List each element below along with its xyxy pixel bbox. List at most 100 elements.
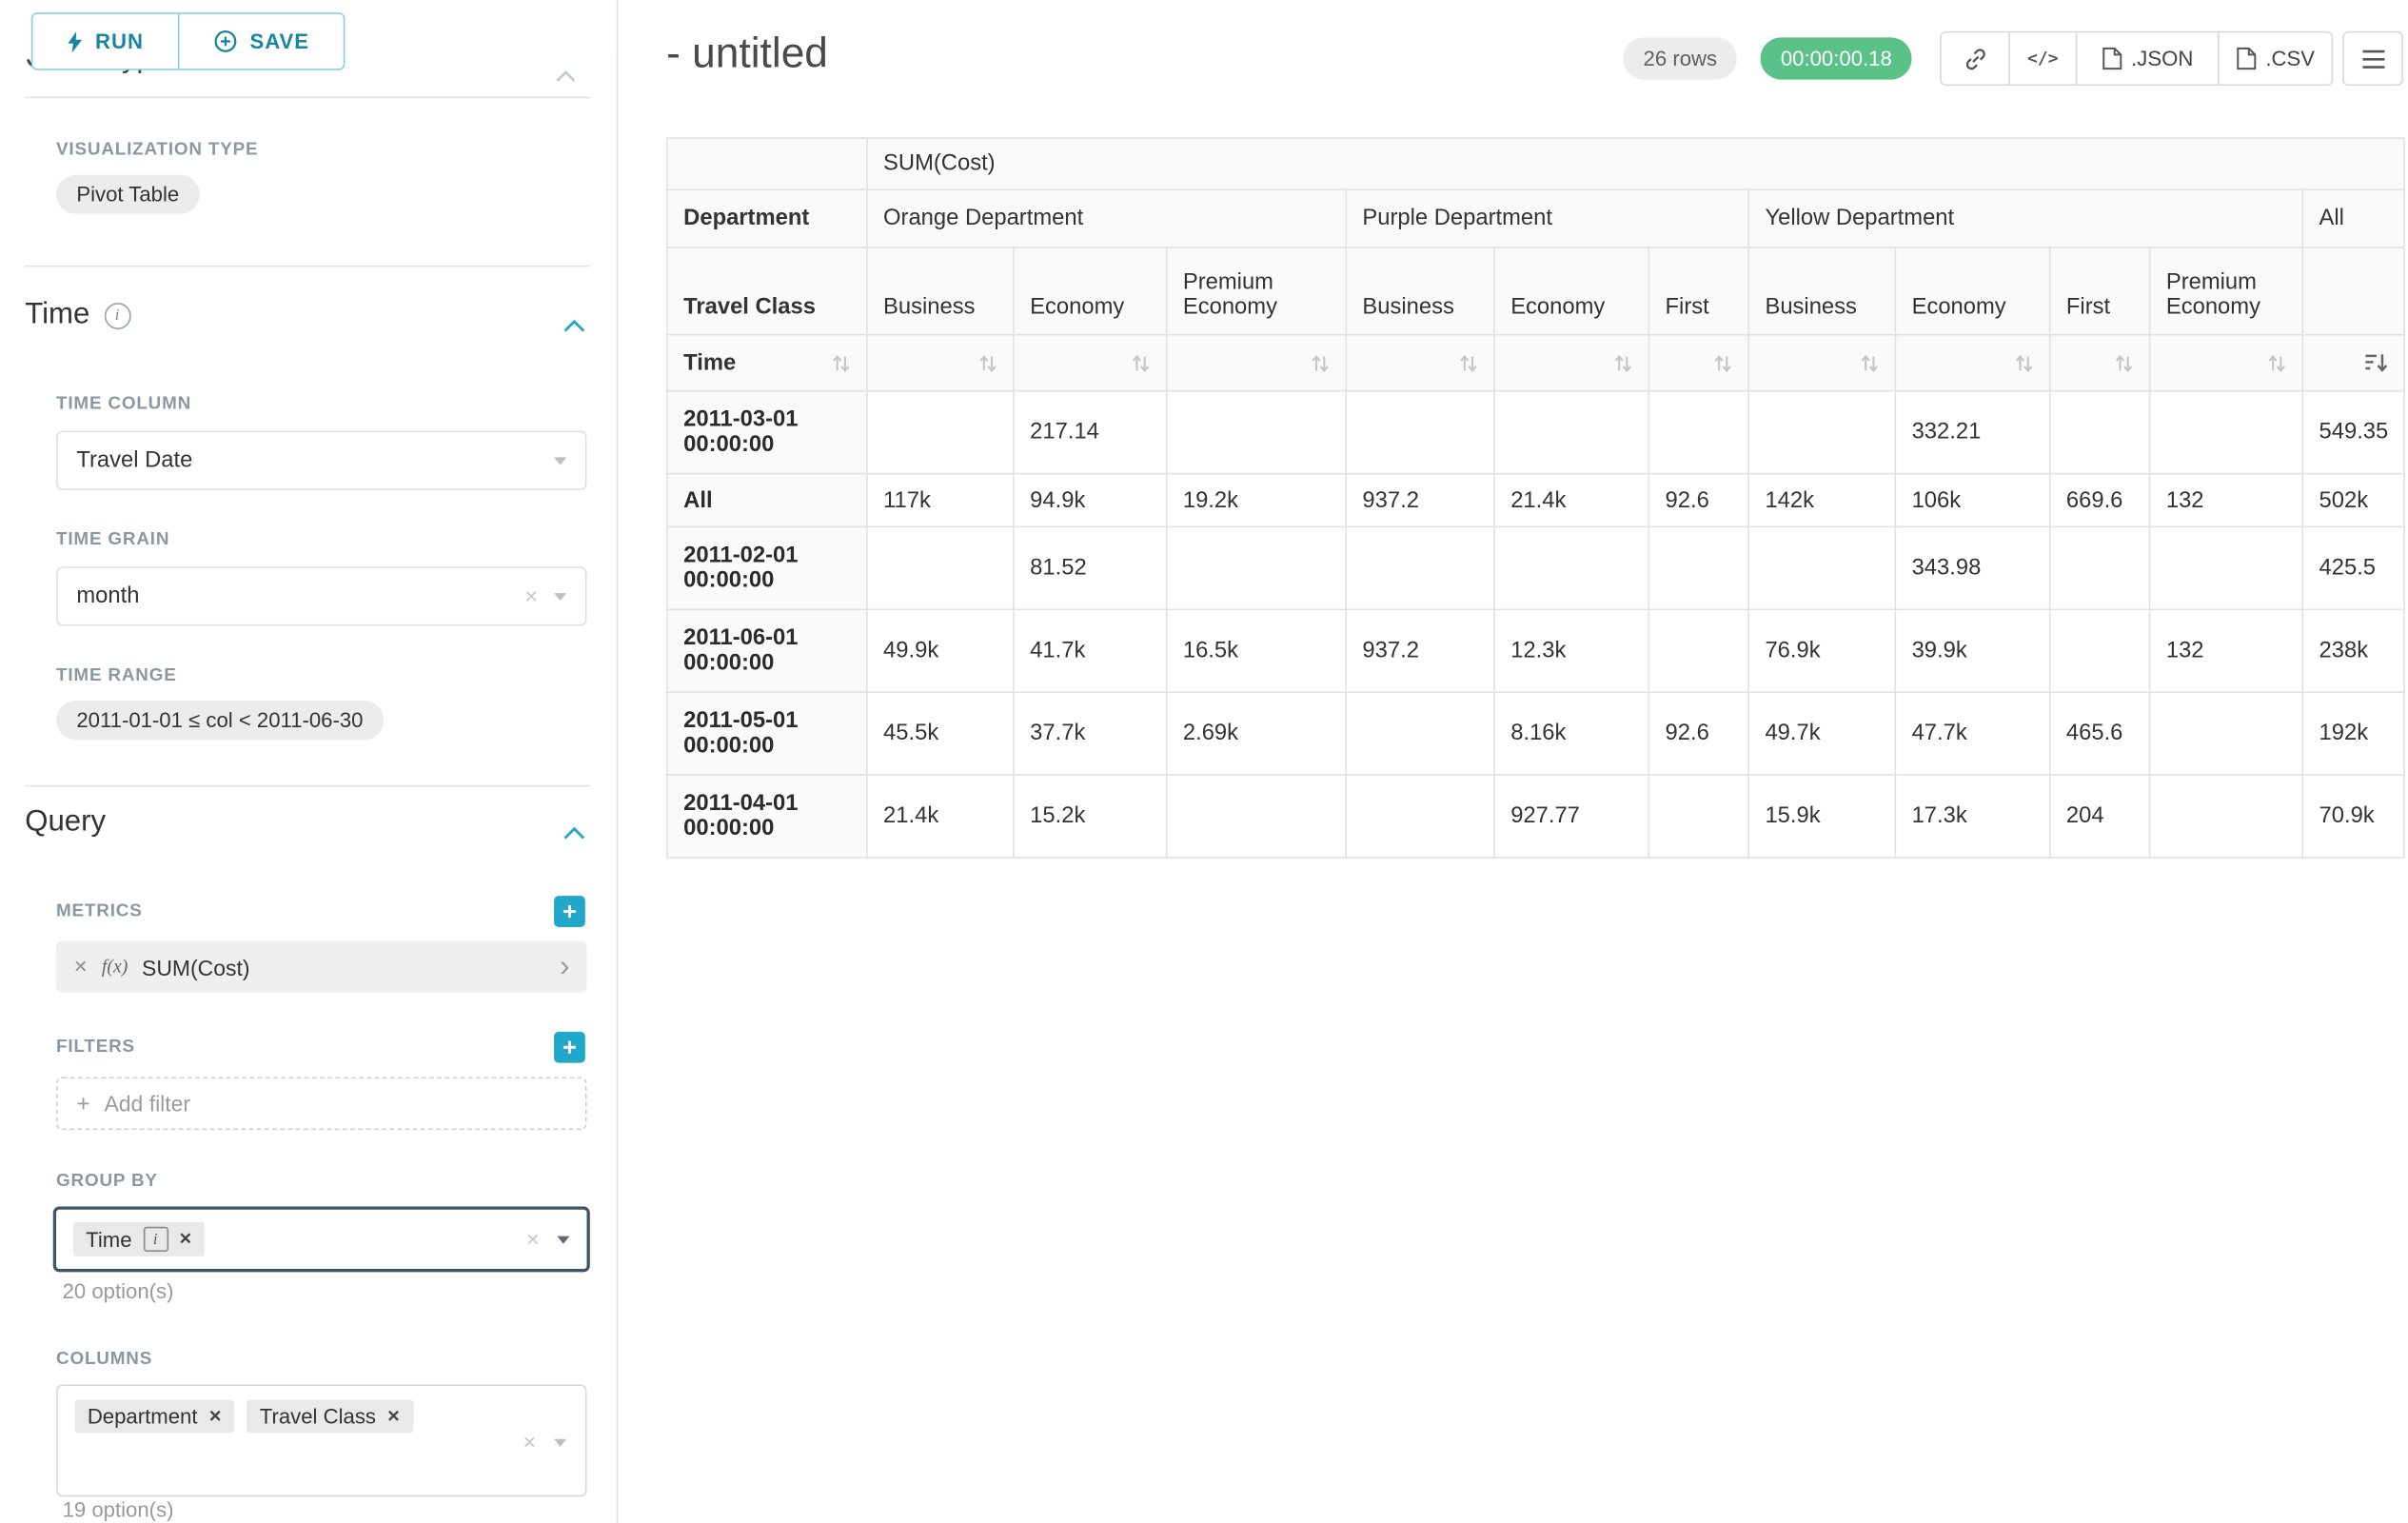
group-by-options-hint: 20 option(s) — [63, 1280, 174, 1304]
sort-icon[interactable] — [832, 353, 851, 372]
value-cell: 927.77 — [1494, 775, 1648, 858]
embed-code-button[interactable]: </> — [2008, 32, 2076, 84]
value-cell: 217.14 — [1014, 391, 1167, 474]
group-by-select[interactable]: Timei✕ ✕ — [53, 1206, 590, 1272]
sort-icon[interactable] — [1459, 353, 1478, 372]
group-by-chip[interactable]: Timei✕ — [73, 1222, 205, 1256]
col-dimension2-label-cell: Travel Class — [667, 247, 867, 335]
time-column-label: TIME COLUMN — [56, 395, 191, 414]
remove-metric-icon[interactable]: ✕ — [73, 957, 88, 977]
sort-icon[interactable] — [2015, 353, 2034, 372]
row-header-cell: 2011-06-01 00:00:00 — [667, 609, 867, 692]
add-filter-button[interactable]: + Add filter — [56, 1077, 586, 1130]
download-json-button[interactable]: .JSON — [2076, 32, 2218, 84]
department-header-cell: Yellow Department — [1748, 189, 2302, 247]
pivot-table: SUM(Cost)DepartmentOrange DepartmentPurp… — [666, 137, 2405, 859]
value-cell: 142k — [1748, 474, 1895, 527]
group-by-chip-area: Timei✕ — [73, 1222, 510, 1256]
value-cell: 19.2k — [1167, 474, 1347, 527]
chart-title[interactable]: - untitled — [666, 30, 828, 78]
columns-chip[interactable]: Department✕ — [75, 1400, 235, 1433]
sort-header-cell[interactable] — [867, 335, 1014, 391]
value-cell — [1346, 775, 1494, 858]
sort-header-cell[interactable] — [1167, 335, 1347, 391]
sort-icon[interactable] — [1132, 353, 1151, 372]
pivot-body: 2011-03-01 00:00:00217.14332.21549.35All… — [667, 391, 2405, 858]
sort-desc-icon[interactable] — [2365, 353, 2389, 373]
clear-icon[interactable]: ✕ — [524, 586, 539, 606]
sort-icon[interactable] — [1860, 353, 1879, 372]
travel-class-header-cell: Business — [1748, 247, 1895, 335]
value-cell — [1648, 526, 1748, 609]
remove-icon[interactable]: ✕ — [179, 1230, 192, 1249]
remove-icon[interactable]: ✕ — [386, 1407, 400, 1426]
add-filter-plus-button[interactable] — [554, 1032, 585, 1063]
travel-class-header-cell: Economy — [1895, 247, 2049, 335]
sort-header-cell[interactable] — [2150, 335, 2303, 391]
value-cell: 94.9k — [1014, 474, 1167, 527]
clear-icon[interactable]: ✕ — [525, 1229, 540, 1249]
table-row: All117k94.9k19.2k937.221.4k92.6142k106k6… — [667, 474, 2405, 527]
columns-chip[interactable]: Travel Class✕ — [247, 1400, 413, 1433]
copy-link-button[interactable] — [1942, 32, 2009, 84]
value-cell: 132 — [2150, 474, 2303, 527]
group-by-label: GROUP BY — [56, 1172, 158, 1191]
value-cell: 117k — [867, 474, 1014, 527]
value-cell: 37.7k — [1014, 692, 1167, 775]
time-range-value[interactable]: 2011-01-01 ≤ col < 2011-06-30 — [56, 701, 384, 740]
sort-icon[interactable] — [978, 353, 997, 372]
chart-type-collapse-icon[interactable] — [556, 63, 576, 91]
sort-header-cell[interactable] — [1494, 335, 1648, 391]
visualization-type-value[interactable]: Pivot Table — [56, 175, 200, 214]
row-header-cell: 2011-03-01 00:00:00 — [667, 391, 867, 474]
sort-icon[interactable] — [1713, 353, 1732, 372]
run-button[interactable]: RUN — [32, 14, 178, 69]
sort-icon[interactable] — [2115, 353, 2134, 372]
sort-header-cell[interactable] — [1014, 335, 1167, 391]
info-icon[interactable]: i — [143, 1227, 168, 1252]
value-cell: 39.9k — [1895, 609, 2049, 692]
menu-button[interactable] — [2342, 31, 2403, 86]
columns-select[interactable]: Department✕ Travel Class✕ ✕ — [56, 1384, 586, 1496]
caret-down-icon[interactable] — [557, 1236, 569, 1243]
info-icon[interactable]: i — [104, 302, 130, 328]
sort-header-cell[interactable] — [1648, 335, 1748, 391]
chevron-up-icon[interactable] — [563, 815, 585, 849]
value-cell: 937.2 — [1346, 474, 1494, 527]
add-metric-button[interactable] — [554, 896, 585, 927]
add-filter-label: Add filter — [104, 1091, 190, 1116]
value-cell — [1494, 526, 1648, 609]
query-heading-label: Query — [25, 805, 106, 840]
value-cell — [2050, 609, 2150, 692]
hamburger-icon — [2360, 48, 2385, 69]
chevron-right-icon[interactable]: › — [560, 952, 569, 981]
remove-icon[interactable]: ✕ — [208, 1407, 222, 1426]
sort-icon[interactable] — [1311, 353, 1330, 372]
sort-header-cell-active[interactable] — [2302, 335, 2404, 391]
value-cell — [1346, 391, 1494, 474]
sort-header-cell[interactable] — [1748, 335, 1895, 391]
time-column-select[interactable]: Travel Date — [56, 431, 586, 490]
sort-header-cell[interactable] — [1346, 335, 1494, 391]
sort-header-cell[interactable] — [2050, 335, 2150, 391]
row-header-cell: All — [667, 474, 867, 527]
chevron-up-icon[interactable] — [563, 307, 585, 342]
save-button[interactable]: SAVE — [178, 14, 344, 69]
value-cell — [1494, 391, 1648, 474]
clear-icon[interactable]: ✕ — [523, 1433, 537, 1453]
value-cell — [1346, 692, 1494, 775]
table-row: 2011-04-01 00:00:0021.4k15.2k927.7715.9k… — [667, 775, 2405, 858]
sort-icon[interactable] — [1613, 353, 1632, 372]
row-header-cell: 2011-05-01 00:00:00 — [667, 692, 867, 775]
caret-down-icon[interactable] — [554, 1439, 566, 1447]
sort-header-cell[interactable] — [1895, 335, 2049, 391]
download-csv-button[interactable]: .CSV — [2218, 32, 2332, 84]
travel-class-header-cell: Business — [1346, 247, 1494, 335]
row-dimension-header-cell[interactable]: Time — [667, 335, 867, 391]
time-grain-select[interactable]: month ✕ — [56, 566, 586, 625]
value-cell: 937.2 — [1346, 609, 1494, 692]
sort-icon[interactable] — [2267, 353, 2286, 372]
metric-item[interactable]: ✕ f(x) SUM(Cost) › — [56, 941, 586, 993]
chart-panel: - untitled 26 rows 00:00:00.18 </> — [620, 0, 2408, 1523]
value-cell: 92.6 — [1648, 692, 1748, 775]
